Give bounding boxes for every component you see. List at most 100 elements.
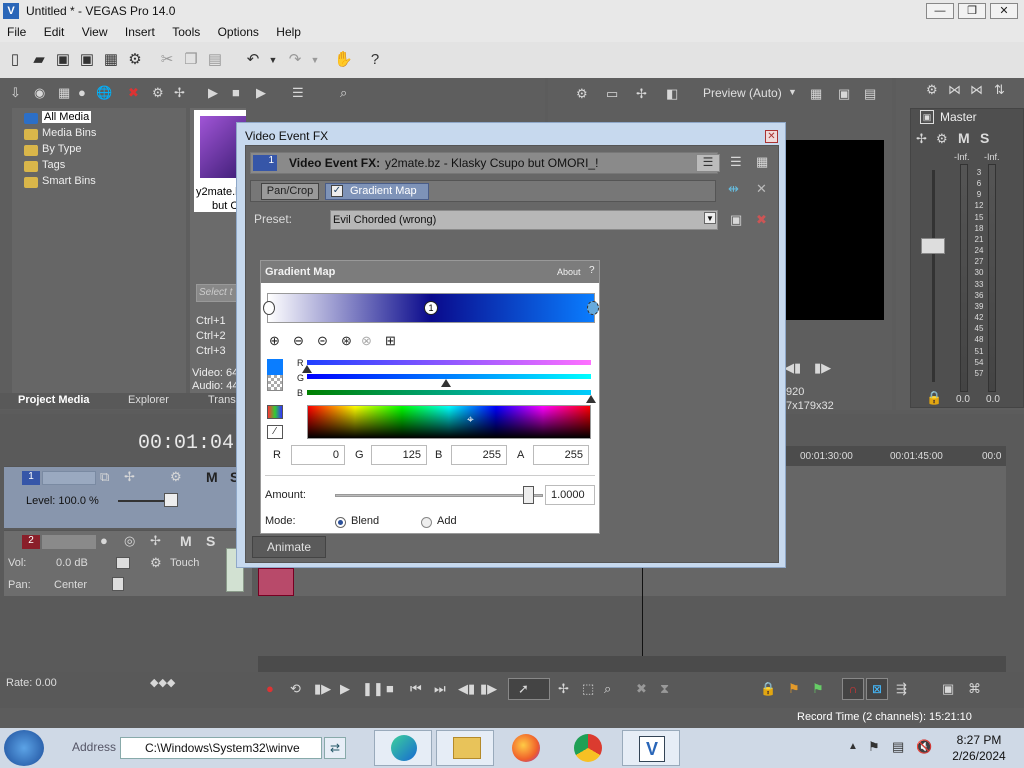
edit-cursor-icon[interactable]: ➚ bbox=[518, 681, 529, 697]
remove-stop-icon[interactable]: ⊖ bbox=[293, 333, 304, 349]
mode-add-radio[interactable] bbox=[421, 517, 432, 528]
get-media-icon[interactable]: ▦ bbox=[58, 85, 70, 101]
gradient-stop-end[interactable] bbox=[587, 301, 599, 315]
current-color-swatch[interactable] bbox=[267, 359, 283, 375]
play-media-icon[interactable]: ▶ bbox=[208, 85, 218, 101]
tree-item-smart-bins[interactable]: Smart Bins bbox=[42, 175, 96, 187]
minimize-button[interactable]: — bbox=[926, 3, 954, 19]
address-go-icon[interactable]: ⇄ bbox=[324, 737, 346, 759]
prev-frame-icon[interactable]: ◀▮ bbox=[784, 360, 801, 376]
eyedropper-icon[interactable]: ⁄ bbox=[267, 425, 283, 439]
normal-edit-tool-button[interactable] bbox=[508, 678, 550, 700]
volume-icon[interactable]: 🔇 bbox=[916, 739, 932, 755]
move-stop-left-icon[interactable]: ⊝ bbox=[317, 333, 328, 349]
overlays-icon[interactable]: ◧ bbox=[666, 86, 678, 102]
zoom-tool-icon[interactable]: ⌕ bbox=[604, 681, 611, 697]
pan-slider-thumb[interactable] bbox=[112, 577, 124, 591]
next-frame-icon[interactable]: ▮▶ bbox=[480, 681, 497, 697]
dialog-close-button[interactable]: ✕ bbox=[765, 130, 778, 143]
spectrum-crosshair-icon[interactable]: ⌖ bbox=[467, 412, 474, 427]
g-value-input[interactable]: 125 bbox=[371, 445, 427, 465]
cut-icon[interactable]: ✂ bbox=[158, 51, 176, 69]
amount-value-input[interactable]: 1.0000 bbox=[545, 485, 595, 505]
audio-track-name-field[interactable] bbox=[42, 535, 96, 549]
audio-track-header[interactable]: 2 ● ◎ ✢ M S Vol: 0.0 dB ⚙ Touch Pan: Cen… bbox=[4, 530, 252, 596]
copy-icon[interactable]: ❐ bbox=[182, 51, 200, 69]
master-mute-button[interactable]: M bbox=[958, 130, 970, 146]
color-palette-icon[interactable] bbox=[267, 405, 283, 419]
track-fx-icon[interactable]: ⚙ bbox=[170, 469, 182, 485]
grid-icon[interactable]: ▦ bbox=[810, 86, 822, 102]
auto-preview-icon[interactable]: ▶ bbox=[256, 85, 266, 101]
loop-playback-icon[interactable]: ⟲ bbox=[290, 681, 301, 697]
whats-this-help-icon[interactable]: ? bbox=[366, 51, 384, 69]
r-value-input[interactable]: 0 bbox=[291, 445, 345, 465]
paste-icon[interactable]: ▤ bbox=[206, 51, 224, 69]
menu-tools[interactable]: Tools bbox=[165, 22, 207, 42]
layout-grid-icon[interactable]: ▦ bbox=[756, 154, 768, 170]
redo-dropdown-icon[interactable]: ▼ bbox=[306, 51, 324, 69]
search-icon[interactable]: ⌕ bbox=[340, 85, 347, 101]
red-channel-slider[interactable] bbox=[307, 360, 591, 365]
distribute-stops-icon[interactable]: ⊞ bbox=[385, 333, 396, 349]
import-media-icon[interactable]: ⇩ bbox=[10, 85, 21, 101]
menu-insert[interactable]: Insert bbox=[118, 22, 162, 42]
master-icon[interactable]: ⋈ bbox=[948, 82, 961, 98]
stop-icon[interactable]: ■ bbox=[386, 681, 394, 696]
video-track-header[interactable]: 1 ⧉ ✢ ⚙ M S Level: 100.0 % bbox=[4, 466, 252, 528]
selection-tool-icon[interactable]: ⬚ bbox=[582, 681, 594, 697]
taskbar-edge-button[interactable] bbox=[374, 730, 432, 766]
plugin-chain-icon[interactable]: ⇹ bbox=[728, 181, 739, 197]
new-file-icon[interactable]: ▯ bbox=[6, 51, 24, 69]
taskbar-explorer-button[interactable] bbox=[436, 730, 494, 766]
taskbar-chrome-button[interactable] bbox=[560, 730, 618, 766]
save-preset-icon[interactable]: ▣ bbox=[730, 212, 742, 228]
mode-blend-radio[interactable] bbox=[335, 517, 346, 528]
play-from-start-icon[interactable]: ▮▶ bbox=[314, 681, 331, 697]
pause-icon[interactable]: ❚❚ bbox=[362, 681, 384, 697]
layout-list-icon[interactable]: ☰ bbox=[696, 154, 720, 172]
fx-enable-checkbox[interactable]: ✓ bbox=[331, 185, 343, 197]
audio-track-pin-icon[interactable]: ✢ bbox=[150, 533, 161, 549]
redo-icon[interactable]: ↷ bbox=[286, 51, 304, 69]
get-media-web-icon[interactable]: ● bbox=[78, 85, 86, 100]
stop-media-icon[interactable]: ■ bbox=[232, 85, 240, 100]
rate-slider-icon[interactable]: ◆◆◆ bbox=[150, 676, 175, 689]
clock-date[interactable]: 2/26/2024 bbox=[944, 749, 1014, 763]
track-name-field[interactable] bbox=[42, 471, 96, 485]
render-icon[interactable]: ▦ bbox=[102, 51, 120, 69]
tab-transitions[interactable]: Transi bbox=[208, 394, 238, 406]
tree-item-tags[interactable]: Tags bbox=[42, 159, 65, 171]
ripple-edit-icon[interactable]: ⇶ bbox=[896, 681, 907, 697]
go-to-end-icon[interactable]: ⏭ bbox=[434, 681, 446, 697]
tab-explorer[interactable]: Explorer bbox=[128, 394, 169, 406]
preview-settings-icon[interactable]: ⚙ bbox=[576, 86, 588, 102]
clock-time[interactable]: 8:27 PM bbox=[944, 733, 1014, 747]
master-mono-icon[interactable]: ⋈ bbox=[970, 82, 983, 98]
center-stop-icon[interactable]: ⊗ bbox=[361, 333, 372, 349]
green-slider-thumb[interactable] bbox=[441, 379, 452, 387]
go-to-start-icon[interactable]: ⏮ bbox=[410, 681, 422, 697]
master-fader-thumb[interactable] bbox=[921, 238, 945, 254]
arm-record-icon[interactable]: ● bbox=[100, 533, 108, 548]
plugin-help-button[interactable]: ? bbox=[589, 265, 595, 276]
quality-dropdown-icon[interactable]: ▼ bbox=[788, 87, 797, 97]
record-button-icon[interactable]: ● bbox=[266, 681, 274, 696]
tree-item-by-type[interactable]: By Type bbox=[42, 143, 82, 155]
properties-gear-icon[interactable]: ⚙ bbox=[126, 51, 144, 69]
next-frame-icon[interactable]: ▮▶ bbox=[814, 360, 831, 376]
amount-slider-thumb[interactable] bbox=[523, 486, 535, 504]
plugin-about-link[interactable]: About bbox=[557, 267, 581, 277]
track-motion-icon[interactable]: ⧉ bbox=[100, 469, 109, 485]
track2-solo-button[interactable]: S bbox=[206, 533, 215, 549]
invert-phase-icon[interactable]: ◎ bbox=[124, 533, 135, 549]
start-button-icon[interactable] bbox=[4, 730, 44, 766]
capture-video-icon[interactable]: ◉ bbox=[34, 85, 45, 101]
save-icon[interactable]: ▣ bbox=[54, 51, 72, 69]
media-fx-icon[interactable]: ⚙ bbox=[152, 85, 164, 101]
open-folder-icon[interactable]: ▰ bbox=[30, 51, 48, 69]
red-slider-thumb[interactable] bbox=[302, 365, 312, 373]
maximize-button[interactable]: ❐ bbox=[958, 3, 986, 19]
undo-dropdown-icon[interactable]: ▼ bbox=[264, 51, 282, 69]
master-solo-button[interactable]: S bbox=[980, 130, 989, 146]
